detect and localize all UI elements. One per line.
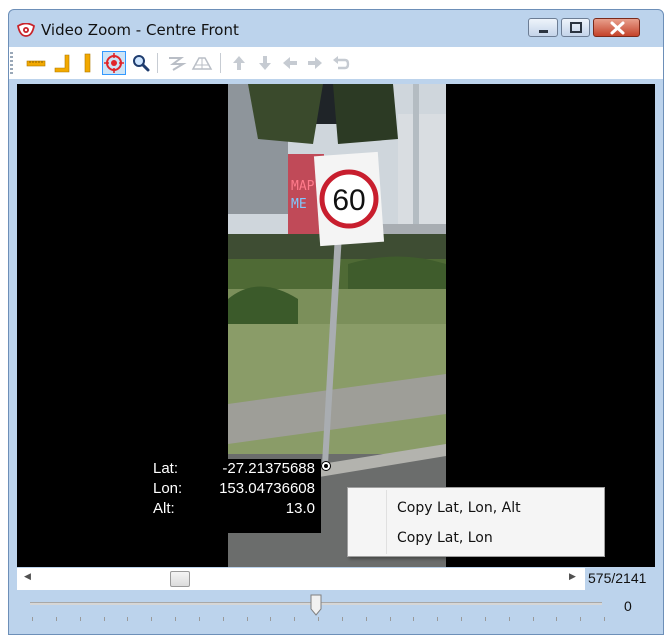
- altitude-value: 13.0: [285, 500, 315, 517]
- slider-tick: [580, 617, 582, 621]
- crosshair-target-button[interactable]: [102, 51, 126, 75]
- altitude-row: Alt: 13.0: [153, 500, 315, 520]
- longitude-label: Lon:: [153, 480, 183, 497]
- vertical-ruler-button[interactable]: [75, 51, 99, 75]
- frame-scrollbar[interactable]: ◀ ▶: [17, 568, 585, 590]
- slider-tick: [437, 617, 439, 621]
- slider-tick: [413, 617, 415, 621]
- speed-sign-number: 60: [332, 184, 365, 217]
- toolbar-separator: [220, 53, 221, 73]
- frame-scroll-thumb[interactable]: [170, 571, 191, 587]
- slider-thumb[interactable]: [310, 594, 322, 616]
- arrow-right-button[interactable]: [303, 51, 327, 75]
- slider-ticks: [32, 617, 605, 622]
- slider-tick: [365, 617, 367, 621]
- latitude-row: Lat: -27.21375688: [153, 460, 315, 480]
- slider-tick: [246, 617, 248, 621]
- offset-slider[interactable]: [25, 592, 615, 624]
- slider-tick: [556, 617, 558, 621]
- menu-item-label: Copy Lat, Lon, Alt: [397, 500, 521, 516]
- context-menu: Copy Lat, Lon, Alt Copy Lat, Lon: [347, 487, 605, 557]
- slider-tick: [151, 617, 153, 621]
- corner-ruler-button[interactable]: [50, 51, 74, 75]
- arrow-left-button[interactable]: [278, 51, 302, 75]
- svg-text:MAP: MAP: [291, 179, 315, 194]
- menu-item-copy-lat-lon[interactable]: Copy Lat, Lon: [350, 524, 602, 552]
- slider-tick: [532, 617, 534, 621]
- slider-tick: [508, 617, 510, 621]
- slider-tick: [175, 617, 176, 621]
- toolbar-grip[interactable]: [10, 52, 13, 74]
- slider-tick: [389, 617, 391, 621]
- title-bar[interactable]: Video Zoom - Centre Front: [9, 10, 663, 48]
- offset-value: 0: [624, 598, 632, 614]
- target-marker-icon[interactable]: [321, 461, 331, 471]
- maximize-button[interactable]: [561, 18, 590, 37]
- arrow-down-button[interactable]: [253, 51, 277, 75]
- slider-tick: [32, 617, 33, 621]
- slider-tick: [79, 617, 81, 621]
- zoom-button[interactable]: [129, 51, 153, 75]
- toolbar-separator: [157, 53, 158, 73]
- frame-counter: 575/2141: [588, 570, 647, 586]
- slider-tick: [604, 617, 605, 621]
- slider-tick: [222, 617, 224, 621]
- slider-tick: [103, 617, 105, 621]
- slider-tick: [55, 617, 57, 621]
- close-button[interactable]: [593, 18, 640, 37]
- latitude-value: -27.21375688: [222, 460, 315, 477]
- scroll-right-icon[interactable]: ▶: [569, 572, 576, 582]
- eye-icon: [16, 22, 36, 37]
- window-title: Video Zoom - Centre Front: [41, 21, 239, 39]
- scroll-left-icon[interactable]: ◀: [24, 572, 31, 582]
- road-profile-button[interactable]: [190, 51, 214, 75]
- slider-tick: [341, 617, 343, 621]
- minimize-button[interactable]: [528, 18, 558, 37]
- slider-tick: [318, 617, 319, 621]
- slider-tick: [127, 617, 129, 621]
- reshape-button[interactable]: [164, 51, 188, 75]
- undo-button[interactable]: [329, 51, 353, 75]
- toolbar: [9, 47, 663, 79]
- slider-tick: [294, 617, 296, 621]
- menu-item-label: Copy Lat, Lon: [397, 530, 493, 546]
- longitude-value: 153.04736608: [219, 480, 315, 497]
- arrow-up-button[interactable]: [227, 51, 251, 75]
- slider-tick: [198, 617, 200, 621]
- latitude-label: Lat:: [153, 460, 179, 477]
- horizontal-ruler-button[interactable]: [24, 51, 48, 75]
- slider-tick: [270, 617, 272, 621]
- menu-item-copy-lat-lon-alt[interactable]: Copy Lat, Lon, Alt: [350, 494, 602, 522]
- altitude-label: Alt:: [153, 500, 175, 517]
- slider-tick: [484, 617, 486, 621]
- coordinate-readout: Lat: -27.21375688 Lon: 153.04736608 Alt:…: [145, 459, 321, 533]
- svg-text:ME: ME: [291, 197, 307, 212]
- slider-tick: [461, 617, 462, 621]
- longitude-row: Lon: 153.04736608: [153, 480, 315, 500]
